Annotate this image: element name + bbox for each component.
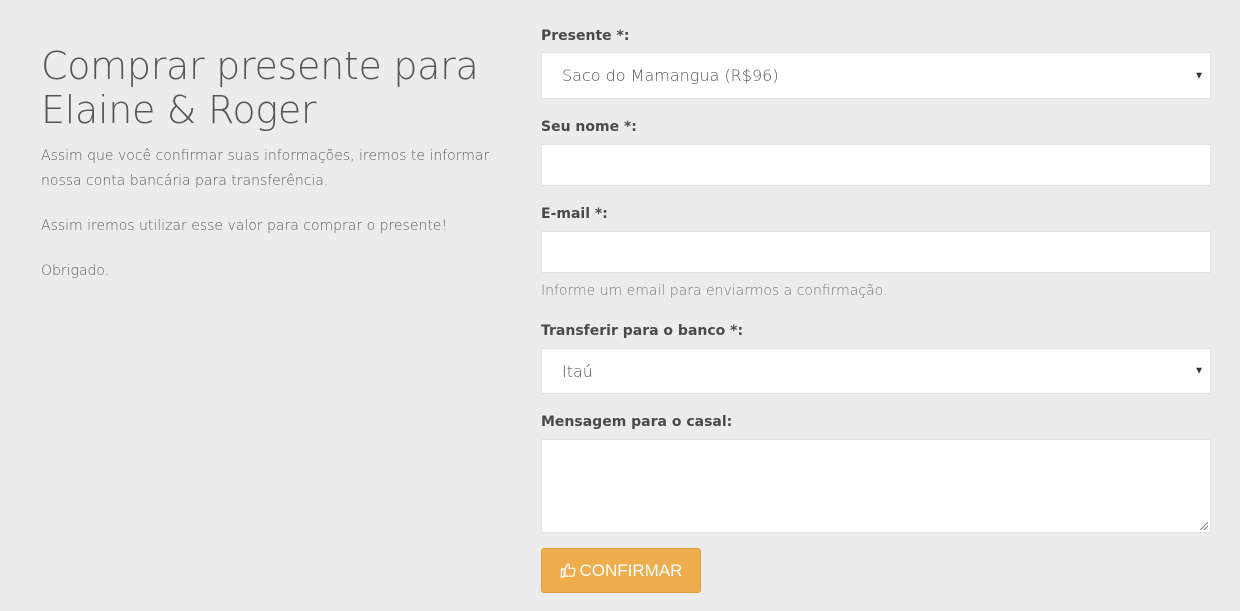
intro-paragraph-3: Obrigado. xyxy=(41,263,110,279)
gift-label: Presente *: xyxy=(541,28,630,44)
message-label: Mensagem para o casal: xyxy=(541,414,733,430)
confirm-button-label: CONFIRMAR xyxy=(579,560,683,580)
confirm-button[interactable]: CONFIRMAR xyxy=(541,548,701,593)
bank-label: Transferir para o banco *: xyxy=(541,323,744,339)
bank-select-value: Itaú xyxy=(562,361,593,381)
caret-down-icon: ▼ xyxy=(1194,70,1204,81)
gift-select[interactable]: Saco do Mamangua (R$96) ▼ xyxy=(541,52,1211,99)
page-title-line1: Comprar presente para xyxy=(41,44,479,88)
email-label: E-mail *: xyxy=(541,206,608,222)
thumbs-up-icon xyxy=(560,563,576,578)
email-input[interactable] xyxy=(541,231,1211,273)
intro-paragraph-2: Assim iremos utilizar esse valor para co… xyxy=(41,218,448,234)
intro-section: Comprar presente para Elaine & Roger Ass… xyxy=(41,44,516,284)
caret-down-icon: ▼ xyxy=(1194,365,1204,377)
message-textarea[interactable] xyxy=(541,439,1211,533)
name-input[interactable] xyxy=(541,144,1211,186)
gift-purchase-page: Comprar presente para Elaine & Roger Ass… xyxy=(0,0,1240,611)
bank-select[interactable]: Itaú ▼ xyxy=(541,348,1211,394)
email-help-text: Informe um email para enviarmos a confir… xyxy=(541,283,888,299)
gift-select-value: Saco do Mamangua (R$96) xyxy=(562,66,779,85)
intro-paragraph-1: Assim que você confirmar suas informaçõe… xyxy=(41,148,490,189)
page-title: Comprar presente para Elaine & Roger xyxy=(41,44,516,132)
name-label: Seu nome *: xyxy=(541,119,637,135)
page-title-line2: Elaine & Roger xyxy=(41,88,317,132)
resize-grip-icon[interactable] xyxy=(1200,522,1208,530)
